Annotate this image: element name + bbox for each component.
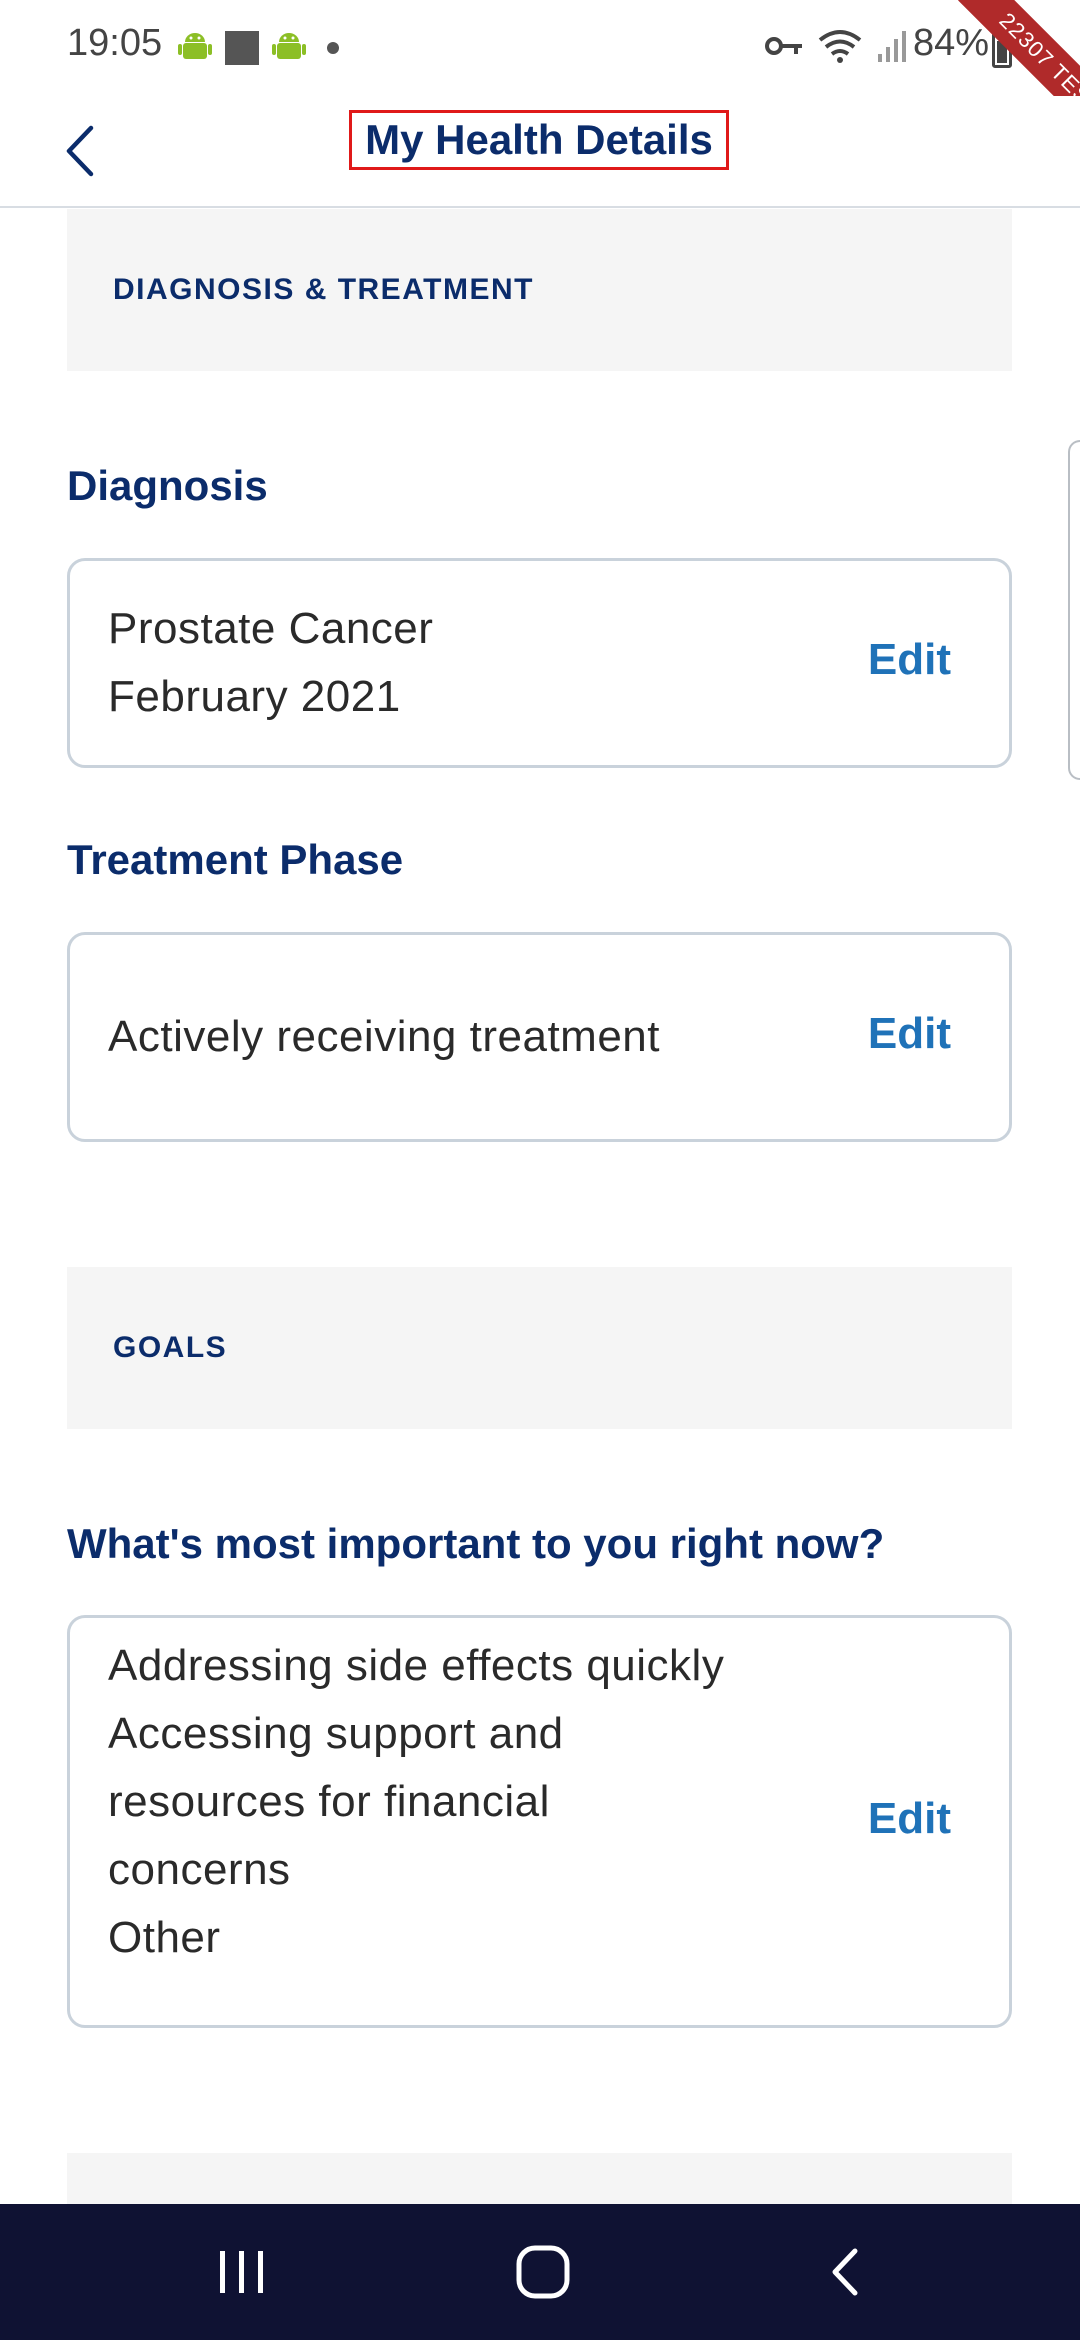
android-icon [272,31,306,70]
page-title: My Health Details [349,110,729,170]
section-heading: GOALS [113,1331,228,1364]
key-icon [764,31,804,66]
section-heading: DIAGNOSIS & TREATMENT [113,273,534,306]
goal-item: Addressing side effects quickly [108,1641,725,1690]
app-header: My Health Details [0,96,1080,208]
edit-diagnosis-button[interactable]: Edit [868,635,951,685]
status-time: 19:05 [67,22,163,64]
back-button[interactable] [50,116,110,186]
system-nav-bar [0,2204,1080,2340]
treatment-phase-card: Actively receiving treatment Edit [67,932,1012,1142]
goal-item: resources for financial [108,1777,550,1826]
signal-icon [876,28,908,69]
goals-answers: Addressing side effects quickly Accessin… [108,1632,724,1972]
square-icon [224,30,260,71]
recent-apps-button[interactable] [197,2232,287,2312]
treatment-phase-label: Treatment Phase [67,836,404,883]
recent-apps-icon [220,2251,263,2293]
battery-icon [992,32,1012,68]
goals-card: Addressing side effects quickly Accessin… [67,1615,1012,2028]
battery-percent: 84% [913,22,990,64]
goal-item: concerns [108,1845,291,1894]
dot-icon [326,41,340,60]
diagnosis-value: Prostate Cancer February 2021 [108,595,433,731]
diagnosis-label: Diagnosis [67,462,268,509]
nav-back-button[interactable] [800,2232,890,2312]
status-bar: 19:05 84% 22307 TEST [0,0,1080,150]
treatment-phase-value: Actively receiving treatment [108,1012,660,1061]
android-icon [178,31,212,70]
diagnosis-date: February 2021 [108,672,401,721]
back-icon [832,2248,858,2296]
section-header-goals: GOALS [67,1267,1012,1429]
diagnosis-name: Prostate Cancer [108,604,434,653]
section-header-diagnosis-treatment: DIAGNOSIS & TREATMENT [67,209,1012,371]
notification-icons [178,30,340,71]
home-button[interactable] [498,2232,588,2312]
goals-question-label: What's most important to you right now? [67,1520,885,1567]
diagnosis-card: Prostate Cancer February 2021 Edit [67,558,1012,768]
wifi-icon [818,28,862,69]
system-icons [764,28,908,69]
edit-goals-button[interactable]: Edit [868,1794,951,1844]
scroll-indicator[interactable] [1068,440,1080,780]
edit-treatment-phase-button[interactable]: Edit [868,1009,951,1059]
goal-item: Accessing support and [108,1709,564,1758]
goal-item: Other [108,1913,221,1962]
home-icon [516,2245,570,2299]
chevron-left-icon [66,125,94,177]
